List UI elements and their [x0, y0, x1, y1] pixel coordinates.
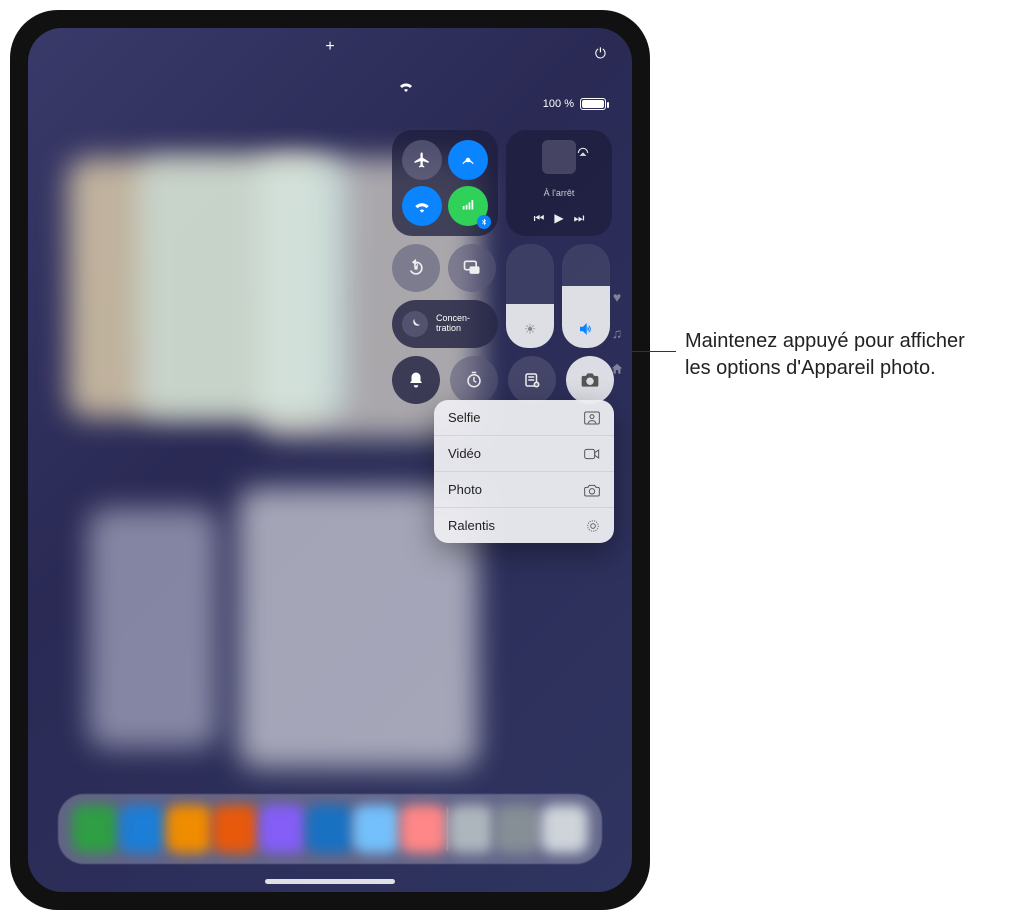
menu-label: Selfie	[448, 410, 481, 425]
cellular-bluetooth-button[interactable]	[448, 186, 488, 226]
volume-slider[interactable]	[562, 244, 610, 348]
wifi-button[interactable]	[402, 186, 442, 226]
brightness-slider[interactable]: ☀	[506, 244, 554, 348]
dock-app-icon[interactable]	[259, 805, 306, 853]
person-rect-icon	[584, 411, 600, 425]
callout-text: Maintenez appuyé pour afficher les optio…	[685, 328, 985, 382]
media-controls: ⏮ ▶ ⏭	[534, 211, 585, 226]
brightness-icon: ☀	[524, 321, 537, 338]
moon-icon	[402, 311, 428, 337]
wifi-status-icon	[398, 80, 414, 92]
media-status-label: À l'arrêt	[544, 188, 575, 198]
bg-blur	[138, 158, 348, 418]
notes-button[interactable]	[508, 356, 556, 404]
airplane-mode-button[interactable]	[402, 140, 442, 180]
focus-button[interactable]: Concen- tration	[392, 300, 498, 348]
prev-track-button[interactable]: ⏮	[534, 211, 545, 226]
dock-app-icon[interactable]	[541, 805, 588, 853]
status-bar: ⏻	[54, 38, 606, 68]
slowmo-icon	[586, 519, 600, 533]
menu-label: Vidéo	[448, 446, 481, 461]
home-indicator[interactable]	[265, 879, 395, 884]
volume-fill	[562, 286, 610, 348]
camera-menu-video[interactable]: Vidéo	[434, 436, 614, 472]
media-artwork	[542, 140, 576, 174]
power-icon[interactable]: ⏻	[595, 45, 606, 62]
callout-line	[596, 351, 676, 352]
battery-icon	[580, 98, 606, 110]
dock-app-icon[interactable]	[400, 805, 447, 853]
screen-mirroring-button[interactable]	[448, 244, 496, 292]
airdrop-button[interactable]	[448, 140, 488, 180]
ipad-frame: + ⏻ 100 % ♥ ♫	[10, 10, 650, 910]
dock-app-icon[interactable]	[494, 805, 541, 853]
dock-app-icon[interactable]	[306, 805, 353, 853]
control-center: À l'arrêt ⏮ ▶ ⏭	[392, 130, 614, 404]
dock	[58, 794, 602, 864]
camera-icon	[584, 483, 600, 497]
video-icon	[584, 448, 600, 460]
volume-icon	[577, 320, 595, 338]
connectivity-tile[interactable]	[392, 130, 498, 236]
dock-app-icon[interactable]	[353, 805, 400, 853]
battery-text: 100 %	[543, 98, 574, 110]
bg-blur	[88, 508, 218, 748]
timer-button[interactable]	[450, 356, 498, 404]
play-button[interactable]: ▶	[554, 211, 563, 226]
orientation-lock-button[interactable]	[392, 244, 440, 292]
menu-label: Ralentis	[448, 518, 495, 533]
ipad-screen: + ⏻ 100 % ♥ ♫	[28, 28, 632, 892]
status-right: ⏻	[595, 45, 606, 62]
dock-app-icon[interactable]	[119, 805, 166, 853]
battery-status: 100 %	[543, 98, 606, 110]
focus-label: Concen- tration	[436, 314, 470, 334]
silent-mode-button[interactable]	[392, 356, 440, 404]
camera-button[interactable]	[566, 356, 614, 404]
menu-label: Photo	[448, 482, 482, 497]
dock-app-icon[interactable]	[166, 805, 213, 853]
bluetooth-badge-icon	[477, 215, 491, 229]
camera-menu-selfie[interactable]: Selfie	[434, 400, 614, 436]
dock-app-icon[interactable]	[72, 805, 119, 853]
next-track-button[interactable]: ⏭	[574, 211, 585, 226]
camera-menu-photo[interactable]: Photo	[434, 472, 614, 508]
camera-menu-slowmo[interactable]: Ralentis	[434, 508, 614, 543]
media-tile[interactable]: À l'arrêt ⏮ ▶ ⏭	[506, 130, 612, 236]
camera-context-menu: Selfie Vidéo Photo Ralentis	[434, 400, 614, 543]
dock-app-icon[interactable]	[212, 805, 259, 853]
dock-app-icon[interactable]	[448, 805, 495, 853]
airplay-icon[interactable]	[576, 146, 590, 160]
